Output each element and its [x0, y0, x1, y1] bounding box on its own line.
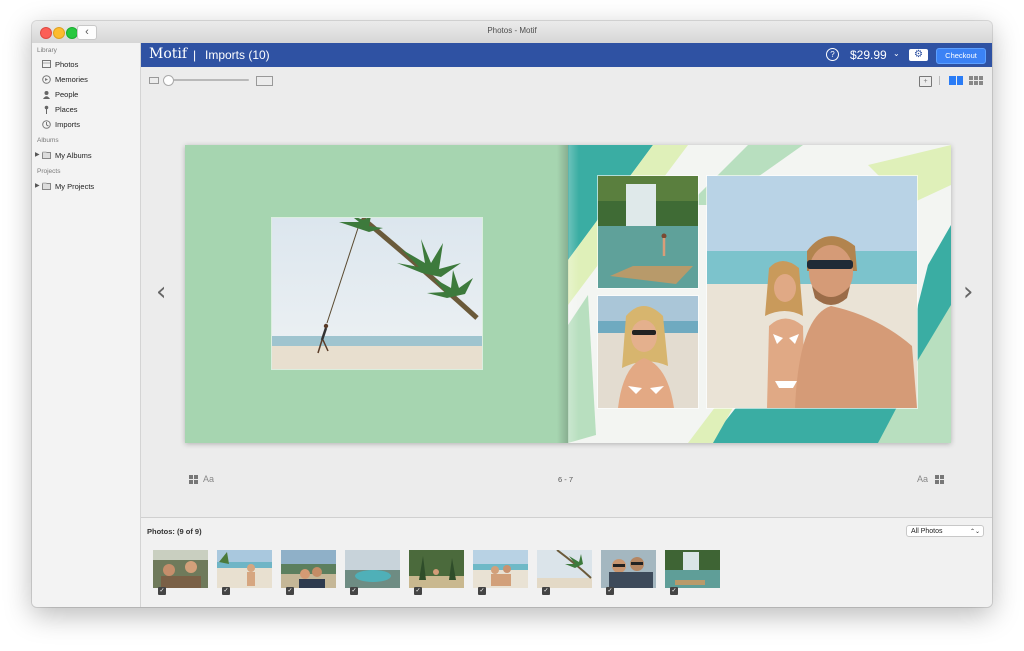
sidebar-item-label: People	[55, 89, 79, 99]
checkbox-icon[interactable]: ✓	[158, 587, 166, 595]
photo-thumbnail[interactable]	[665, 550, 720, 588]
photo-thumbnail[interactable]	[281, 550, 336, 588]
two-page-view-button[interactable]	[949, 76, 963, 85]
waterfall-photo[interactable]	[597, 175, 699, 289]
help-icon[interactable]: ?	[826, 48, 839, 61]
checkbox-icon[interactable]: ✓	[478, 587, 486, 595]
photo-thumbnail[interactable]	[217, 550, 272, 588]
photo-count-label: Photos: (9 of 9)	[147, 527, 202, 536]
app-window: ‹ Photos - Motif Library Photos Memories…	[32, 21, 992, 607]
checkbox-icon[interactable]: ✓	[606, 587, 614, 595]
sidebar-item-label: Memories	[55, 74, 88, 84]
sidebar-item-my-projects[interactable]: My Projects	[42, 180, 94, 192]
grid-view-button[interactable]	[969, 76, 983, 85]
photo-filter-select[interactable]: All Photos ⌃⌄	[906, 525, 984, 537]
left-text-style-button[interactable]: Aa	[203, 474, 214, 484]
book-spread	[185, 145, 951, 443]
photo-filter-value: All Photos	[911, 528, 943, 535]
sidebar: Library Photos Memories People Places Im…	[32, 43, 141, 607]
page-gutter	[557, 145, 579, 443]
photo-thumbnail[interactable]	[345, 550, 400, 588]
title-bar: ‹ Photos - Motif	[32, 21, 992, 44]
people-icon	[42, 90, 51, 99]
project-title: Imports (10)	[205, 48, 270, 62]
imports-icon	[42, 119, 51, 129]
brand-logo: Motif	[149, 46, 188, 62]
book-editor: + ‹ › Aa 6 - 7 Aa	[141, 67, 992, 517]
places-icon	[42, 105, 51, 114]
checkout-button[interactable]: Checkout	[936, 48, 986, 64]
disclosure-triangle-icon[interactable]: ▶	[35, 151, 40, 158]
photos-icon	[42, 60, 51, 69]
settings-button[interactable]: ⚙	[909, 49, 928, 61]
sidebar-item-label: My Projects	[55, 181, 95, 191]
left-page[interactable]	[185, 145, 568, 443]
checkbox-icon[interactable]: ✓	[286, 587, 294, 595]
sidebar-section-projects: Projects	[37, 168, 61, 175]
sidebar-section-albums: Albums	[37, 137, 59, 144]
memories-icon	[42, 74, 51, 84]
right-text-style-button[interactable]: Aa	[917, 474, 928, 484]
small-thumbnail-icon	[149, 77, 159, 84]
sidebar-item-places[interactable]: Places	[42, 103, 78, 115]
up-down-chevron-icon: ⌃⌄	[969, 529, 980, 535]
sidebar-item-imports[interactable]: Imports	[42, 118, 80, 130]
sidebar-item-label: Places	[55, 104, 78, 114]
sidebar-item-photos[interactable]: Photos	[42, 58, 78, 70]
window-title: Photos - Motif	[487, 26, 537, 35]
checkbox-icon[interactable]: ✓	[222, 587, 230, 595]
photo-thumbnail[interactable]	[537, 550, 592, 588]
sidebar-item-label: Imports	[55, 119, 81, 129]
beach-swing-photo[interactable]	[271, 217, 483, 370]
photo-thumbnail[interactable]	[473, 550, 528, 588]
folder-icon	[42, 182, 51, 191]
sidebar-item-label: Photos	[55, 59, 79, 69]
chevron-down-icon[interactable]: ⌄	[893, 49, 900, 58]
right-layout-icon[interactable]	[935, 475, 944, 484]
sidebar-section-library: Library	[37, 47, 57, 54]
checkbox-icon[interactable]: ✓	[414, 587, 422, 595]
folder-icon	[42, 151, 51, 160]
right-page[interactable]	[568, 145, 951, 443]
toolbar-divider	[939, 76, 940, 85]
large-thumbnail-icon	[256, 76, 273, 86]
disclosure-triangle-icon[interactable]: ▶	[35, 182, 40, 189]
sidebar-item-my-albums[interactable]: My Albums	[42, 149, 92, 161]
photo-strip: Photos: (9 of 9) All Photos ⌃⌄ ✓ ✓ ✓ ✓ ✓…	[141, 517, 992, 607]
previous-page-arrow[interactable]: ‹	[156, 277, 166, 307]
header-separator: |	[193, 48, 197, 62]
couple-selfie-photo[interactable]	[706, 175, 918, 409]
photo-thumbnail[interactable]	[153, 550, 208, 588]
checkbox-icon[interactable]: ✓	[670, 587, 678, 595]
next-page-arrow[interactable]: ›	[963, 277, 973, 307]
checkbox-icon[interactable]: ✓	[542, 587, 550, 595]
sidebar-item-memories[interactable]: Memories	[42, 73, 88, 85]
page-numbers: 6 - 7	[558, 475, 574, 484]
motif-header: Motif | Imports (10) ? $29.99 ⌄ ⚙ Checko…	[141, 43, 992, 67]
photo-thumbnail[interactable]	[409, 550, 464, 588]
sidebar-item-people[interactable]: People	[42, 88, 78, 100]
zoom-slider[interactable]	[167, 79, 249, 81]
checkbox-icon[interactable]: ✓	[350, 587, 358, 595]
add-page-button[interactable]: +	[919, 76, 932, 87]
gear-icon: ⚙	[914, 49, 923, 60]
zoom-slider-knob[interactable]	[163, 75, 174, 86]
photo-thumbnail[interactable]	[601, 550, 656, 588]
left-layout-icon[interactable]	[189, 475, 198, 484]
sidebar-item-label: My Albums	[55, 150, 92, 160]
price-button[interactable]: $29.99	[850, 48, 887, 62]
woman-selfie-photo[interactable]	[597, 295, 699, 409]
